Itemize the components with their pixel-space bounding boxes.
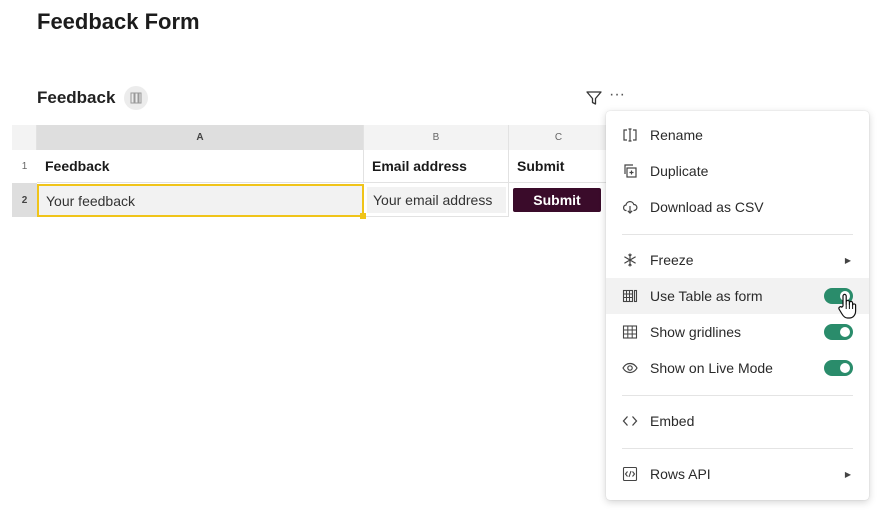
menu-label-freeze: Freeze bbox=[650, 252, 694, 268]
filter-icon[interactable] bbox=[585, 89, 603, 107]
menu-label-rows-api: Rows API bbox=[650, 466, 711, 482]
email-input[interactable]: Your email address bbox=[367, 187, 506, 213]
menu-item-use-table-as-form[interactable]: Use Table as form bbox=[606, 278, 869, 314]
toggle-knob bbox=[840, 363, 850, 373]
menu-item-duplicate[interactable]: Duplicate bbox=[606, 153, 869, 189]
more-options-icon[interactable]: ··· bbox=[609, 86, 625, 104]
row-number-1[interactable]: 1 bbox=[12, 150, 37, 183]
corner-cell bbox=[12, 125, 37, 150]
table-options-menu: Rename Duplicate Download as CSV Freeze … bbox=[606, 111, 869, 500]
menu-label-show-on-live-mode: Show on Live Mode bbox=[650, 360, 773, 376]
hand-pointer-cursor-icon bbox=[838, 293, 857, 319]
menu-label-show-gridlines: Show gridlines bbox=[650, 324, 742, 340]
menu-item-rename[interactable]: Rename bbox=[606, 117, 869, 153]
header-cell-email[interactable]: Email address bbox=[364, 150, 509, 183]
menu-item-embed[interactable]: Embed bbox=[606, 403, 869, 439]
header-cell-feedback[interactable]: Feedback bbox=[37, 150, 364, 183]
menu-divider bbox=[622, 395, 853, 396]
menu-item-show-on-live-mode[interactable]: Show on Live Mode bbox=[606, 350, 869, 386]
api-icon bbox=[622, 466, 638, 482]
table-header: Feedback bbox=[37, 86, 149, 110]
cloud-download-icon bbox=[622, 199, 638, 215]
menu-item-download-csv[interactable]: Download as CSV bbox=[606, 189, 869, 225]
page-title: Feedback Form bbox=[37, 9, 200, 34]
submit-button[interactable]: Submit bbox=[513, 188, 601, 212]
header-cell-submit[interactable]: Submit bbox=[509, 150, 609, 183]
duplicate-icon bbox=[622, 163, 638, 179]
menu-divider bbox=[622, 234, 853, 235]
submenu-arrow-icon: ▶ bbox=[844, 469, 851, 479]
feedback-input-placeholder: Your feedback bbox=[46, 192, 135, 209]
menu-label-download-csv: Download as CSV bbox=[650, 199, 764, 215]
menu-label-rename: Rename bbox=[650, 127, 703, 143]
submenu-arrow-icon: ▶ bbox=[844, 255, 851, 265]
show-gridlines-toggle[interactable] bbox=[824, 324, 853, 340]
menu-item-freeze[interactable]: Freeze ▶ bbox=[606, 242, 869, 278]
row-number-2[interactable]: 2 bbox=[12, 183, 37, 217]
toggle-knob bbox=[840, 327, 850, 337]
menu-label-duplicate: Duplicate bbox=[650, 163, 709, 179]
form-mode-icon[interactable] bbox=[124, 86, 149, 110]
code-icon bbox=[622, 413, 638, 429]
menu-label-use-table-as-form: Use Table as form bbox=[650, 288, 763, 304]
eye-icon bbox=[622, 360, 638, 376]
column-header-b[interactable]: B bbox=[364, 125, 509, 150]
grid-icon bbox=[622, 324, 638, 340]
menu-item-show-gridlines[interactable]: Show gridlines bbox=[606, 314, 869, 350]
menu-label-embed: Embed bbox=[650, 413, 695, 429]
form-icon bbox=[622, 288, 638, 304]
rename-icon bbox=[622, 127, 638, 143]
snowflake-icon bbox=[622, 252, 638, 268]
fill-handle[interactable] bbox=[360, 213, 366, 219]
table-name[interactable]: Feedback bbox=[37, 88, 115, 108]
menu-divider bbox=[622, 448, 853, 449]
column-header-c[interactable]: C bbox=[509, 125, 609, 150]
feedback-input[interactable]: Your feedback bbox=[37, 184, 366, 219]
show-on-live-mode-toggle[interactable] bbox=[824, 360, 853, 376]
menu-item-rows-api[interactable]: Rows API ▶ bbox=[606, 456, 869, 492]
column-header-a[interactable]: A bbox=[37, 125, 364, 150]
